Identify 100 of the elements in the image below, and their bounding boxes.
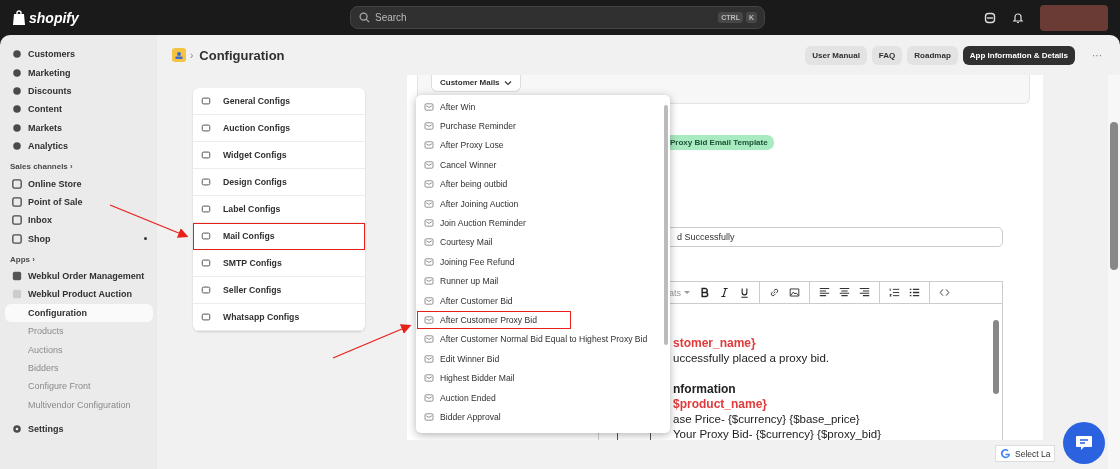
link-icon[interactable] <box>769 287 780 298</box>
page-title: Configuration <box>199 47 285 63</box>
menu-icon <box>201 231 211 241</box>
nav-item[interactable]: Online Store <box>5 174 153 193</box>
store-icon[interactable] <box>984 11 996 24</box>
email-body-line: Your Proxy Bid- {$currency} {$proxy_bid} <box>673 427 882 440</box>
header-button[interactable]: App Information & Details <box>962 45 1075 65</box>
config-menu-item[interactable]: Seller Configs <box>193 277 365 304</box>
mail-type-option[interactable]: After Proxy Lose <box>416 135 660 156</box>
menu-icon <box>201 123 211 133</box>
nav-item[interactable]: Shop <box>5 229 153 248</box>
mail-type-option[interactable]: Purchase Reminder <box>416 116 660 136</box>
nav-item[interactable]: Webkul Order Management <box>5 266 153 286</box>
bullet-list-icon[interactable] <box>909 287 920 298</box>
code-icon[interactable] <box>939 287 950 298</box>
envelope-icon <box>424 219 434 228</box>
envelope-icon <box>424 412 434 421</box>
bold-icon[interactable] <box>699 287 710 298</box>
mail-type-option[interactable]: Bidder Approval <box>416 407 660 427</box>
envelope-icon <box>424 199 434 208</box>
italic-icon[interactable] <box>719 287 730 298</box>
scrollbar[interactable] <box>1108 75 1120 469</box>
envelope-icon <box>424 335 434 344</box>
mail-type-option[interactable]: Highest Bidder Mail <box>416 368 660 388</box>
nav-icon <box>12 141 22 152</box>
chevron-down-icon <box>503 79 512 86</box>
config-menu-item[interactable]: Design Configs <box>193 169 365 196</box>
email-body-line: stomer_name} <box>673 336 757 352</box>
nav-item[interactable]: Webkul Product Auction <box>5 285 153 304</box>
email-body-line: uccessfully placed a proxy bid. <box>673 351 830 367</box>
mail-type-option[interactable]: After Customer Bid <box>416 290 660 311</box>
mail-type-option[interactable]: Joining Fee Refund <box>416 252 660 272</box>
header-button[interactable]: User Manual <box>805 45 867 65</box>
language-selector[interactable]: Select La <box>995 445 1055 462</box>
nav-icon <box>12 233 22 244</box>
mail-type-option[interactable]: After Joining Auction <box>416 193 660 214</box>
header-button[interactable]: FAQ <box>871 45 903 65</box>
envelope-icon <box>424 393 434 402</box>
mail-type-option[interactable]: Runner up Mail <box>416 271 660 291</box>
nav-subitem[interactable]: Configuration <box>5 303 153 323</box>
header-button[interactable]: Roadmap <box>907 45 958 65</box>
config-menu-item[interactable]: General Configs <box>193 88 365 115</box>
numbered-list-icon[interactable] <box>889 287 900 298</box>
config-menu-item[interactable]: Mail Configs <box>193 223 365 250</box>
scrollbar[interactable] <box>993 320 999 394</box>
mail-type-option[interactable]: Edit Winner Bid <box>416 349 660 369</box>
envelope-icon <box>424 277 434 286</box>
nav-item[interactable]: Markets <box>5 118 153 137</box>
chat-button[interactable] <box>1063 422 1105 464</box>
nav-item[interactable]: Content <box>5 100 153 119</box>
shopping-bag-icon <box>12 9 26 26</box>
nav-item[interactable]: Analytics <box>5 136 153 156</box>
mail-type-option[interactable]: After Win <box>416 97 660 117</box>
envelope-icon <box>424 180 434 189</box>
nav-item[interactable]: Settings <box>5 420 153 439</box>
section-heading[interactable]: Apps › <box>10 254 153 264</box>
config-menu-item[interactable]: Label Configs <box>193 196 365 223</box>
nav-icon <box>12 85 22 96</box>
nav-item[interactable]: Discounts <box>5 81 153 101</box>
align-left-icon[interactable] <box>819 287 830 298</box>
menu-icon <box>201 204 211 214</box>
nav-icon <box>12 196 22 207</box>
config-menu-item[interactable]: Auction Configs <box>193 115 365 142</box>
config-menu-item[interactable]: Widget Configs <box>193 142 365 169</box>
app-logo-icon <box>172 48 186 62</box>
g-logo-icon <box>1000 448 1011 459</box>
envelope-icon <box>424 316 434 324</box>
align-center-icon[interactable] <box>839 287 850 298</box>
search-icon <box>359 12 370 23</box>
mail-type-option[interactable]: After Customer Normal Bid Equal to Highest Proxy Bid <box>416 329 660 350</box>
mail-type-option[interactable]: After being outbid <box>416 174 660 194</box>
nav-item[interactable]: Marketing <box>5 63 153 82</box>
underline-icon[interactable] <box>739 287 750 298</box>
envelope-icon <box>424 122 434 131</box>
chat-bubble-icon <box>1075 435 1093 451</box>
align-right-icon[interactable] <box>859 287 870 298</box>
config-menu-item[interactable]: Whatsapp Configs <box>193 304 365 331</box>
menu-icon <box>201 258 211 268</box>
nav-item[interactable]: Inbox <box>5 211 153 230</box>
mail-type-dropdown[interactable]: Customer Mails <box>431 75 521 92</box>
mail-type-option[interactable]: After Customer Proxy Bid <box>416 310 572 330</box>
envelope-icon <box>424 141 434 150</box>
envelope-icon <box>424 102 434 111</box>
menu-icon <box>201 150 211 160</box>
more-actions-button[interactable]: ··· <box>1086 48 1108 62</box>
section-heading[interactable]: Sales channels › <box>10 162 153 172</box>
nav-item[interactable]: Point of Sale <box>5 192 153 212</box>
breadcrumb-separator: › <box>190 49 194 61</box>
nav-icon <box>12 49 22 60</box>
mail-type-option[interactable]: Auction Ended <box>416 387 660 408</box>
mail-type-option[interactable]: Cancel Winner <box>416 155 660 175</box>
image-icon[interactable] <box>789 287 800 298</box>
email-body-line: ase Price- {$currency} {$base_price} <box>673 412 861 428</box>
config-menu-item[interactable]: SMTP Configs <box>193 250 365 277</box>
nav-item[interactable]: Customers <box>5 45 153 64</box>
envelope-icon <box>424 238 434 247</box>
nav-icon <box>12 178 22 189</box>
nav-icon <box>12 67 22 78</box>
bell-icon[interactable] <box>1012 11 1024 24</box>
scrollbar[interactable] <box>664 105 668 345</box>
